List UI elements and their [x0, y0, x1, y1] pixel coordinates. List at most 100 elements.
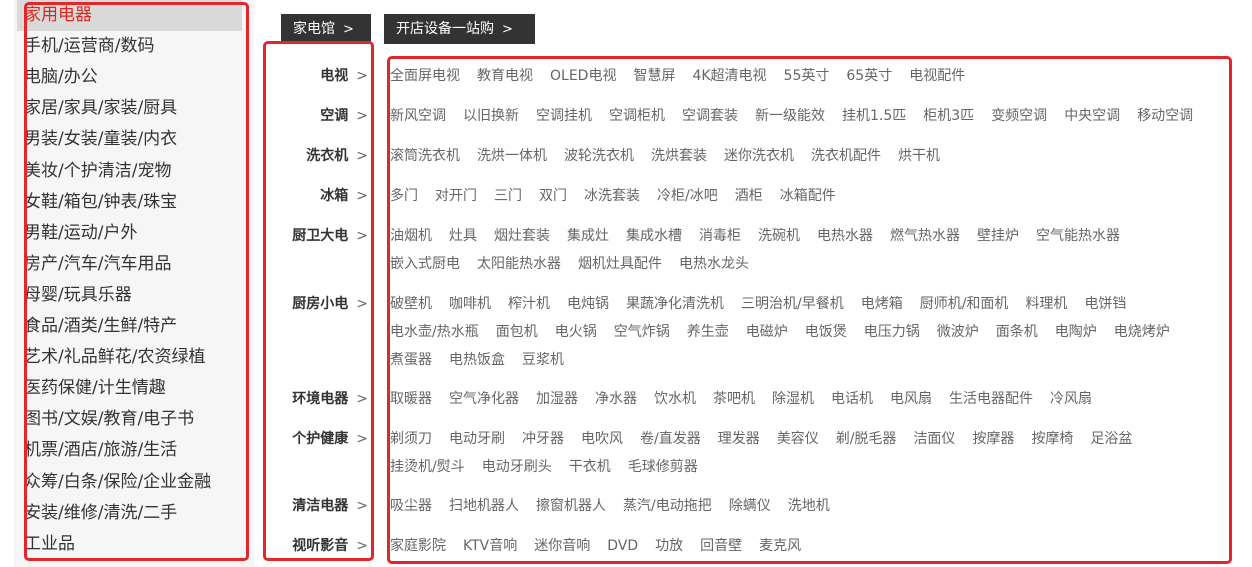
- subcategory-link[interactable]: 净水器: [595, 391, 637, 407]
- sidebar-item[interactable]: 房产/汽车/汽车用品: [24, 249, 171, 280]
- category-title[interactable]: 视听影音 >: [292, 536, 368, 556]
- sidebar-item[interactable]: 男装/女装/童装/内衣: [24, 124, 177, 155]
- subcategory-link[interactable]: 波轮洗衣机: [564, 148, 634, 164]
- subcategory-link[interactable]: 空气能热水器: [1036, 228, 1120, 244]
- subcategory-link[interactable]: 55英寸: [784, 68, 830, 84]
- subcategory-link[interactable]: 多门: [390, 188, 418, 204]
- sidebar-item[interactable]: 女鞋/箱包/钟表/珠宝: [24, 187, 177, 218]
- category-title[interactable]: 电视 >: [320, 66, 368, 86]
- subcategory-link[interactable]: 剃/脱毛器: [836, 431, 897, 447]
- subcategory-link[interactable]: 破壁机: [390, 296, 432, 312]
- subcategory-link[interactable]: 按摩椅: [1031, 431, 1073, 447]
- subcategory-link[interactable]: 智慧屏: [633, 68, 675, 84]
- sidebar-item[interactable]: 手机/运营商/数码: [24, 31, 154, 62]
- subcategory-link[interactable]: 咖啡机: [449, 296, 491, 312]
- subcategory-link[interactable]: 电水壶/热水瓶: [390, 324, 479, 340]
- subcategory-link[interactable]: 理发器: [718, 431, 760, 447]
- subcategory-link[interactable]: 电热水龙头: [679, 256, 749, 272]
- sidebar-item[interactable]: 家居/家具/家装/厨具: [24, 93, 177, 124]
- subcategory-link[interactable]: 电热水器: [817, 228, 873, 244]
- subcategory-link[interactable]: 除螨仪: [729, 498, 771, 514]
- subcategory-link[interactable]: 燃气热水器: [890, 228, 960, 244]
- subcategory-link[interactable]: 挂机1.5匹: [842, 108, 906, 124]
- subcategory-link[interactable]: 电饼铛: [1084, 296, 1126, 312]
- sidebar-item[interactable]: 医药保健/计生情趣: [24, 373, 166, 404]
- subcategory-link[interactable]: 酒柜: [735, 188, 763, 204]
- subcategory-link[interactable]: 电陶炉: [1055, 324, 1097, 340]
- category-title[interactable]: 环境电器 >: [292, 389, 368, 409]
- subcategory-link[interactable]: 面条机: [996, 324, 1038, 340]
- sidebar-item[interactable]: 图书/文娱/教育/电子书: [24, 404, 194, 435]
- subcategory-link[interactable]: 剃须刀: [390, 431, 432, 447]
- subcategory-link[interactable]: 全面屏电视: [390, 68, 460, 84]
- subcategory-link[interactable]: 嵌入式厨电: [390, 256, 460, 272]
- subcategory-link[interactable]: 家庭影院: [390, 538, 446, 554]
- subcategory-link[interactable]: 美容仪: [777, 431, 819, 447]
- subcategory-link[interactable]: 洗烘一体机: [477, 148, 547, 164]
- subcategory-link[interactable]: 冰洗套装: [584, 188, 640, 204]
- subcategory-link[interactable]: 双门: [539, 188, 567, 204]
- subcategory-link[interactable]: 4K超清电视: [692, 68, 766, 84]
- subcategory-link[interactable]: 电吹风: [581, 431, 623, 447]
- subcategory-link[interactable]: 面包机: [496, 324, 538, 340]
- subcategory-link[interactable]: 灶具: [449, 228, 477, 244]
- subcategory-link[interactable]: 茶吧机: [713, 391, 755, 407]
- subcategory-link[interactable]: 麦克风: [759, 538, 801, 554]
- subcategory-link[interactable]: 电风扇: [890, 391, 932, 407]
- subcategory-link[interactable]: KTV音响: [463, 538, 517, 554]
- subcategory-link[interactable]: 电烤箱: [861, 296, 903, 312]
- subcategory-link[interactable]: 电压力锅: [864, 324, 920, 340]
- category-title[interactable]: 个护健康 >: [292, 429, 368, 449]
- subcategory-link[interactable]: 滚筒洗衣机: [390, 148, 460, 164]
- subcategory-link[interactable]: 太阳能热水器: [477, 256, 561, 272]
- subcategory-link[interactable]: 加湿器: [536, 391, 578, 407]
- subcategory-link[interactable]: 电话机: [831, 391, 873, 407]
- subcategory-link[interactable]: 洁面仪: [913, 431, 955, 447]
- subcategory-link[interactable]: 集成水槽: [626, 228, 682, 244]
- subcategory-link[interactable]: 三明治机/早餐机: [741, 296, 844, 312]
- subcategory-link[interactable]: 厨师机/和面机: [920, 296, 1009, 312]
- subcategory-link[interactable]: 按摩器: [972, 431, 1014, 447]
- tab-shop-equipment[interactable]: 开店设备一站购 >: [384, 14, 535, 44]
- sidebar-item[interactable]: 机票/酒店/旅游/生活: [24, 435, 177, 466]
- sidebar-item[interactable]: 安装/维修/清洗/二手: [24, 498, 177, 529]
- subcategory-link[interactable]: 空气净化器: [449, 391, 519, 407]
- subcategory-link[interactable]: 新风空调: [390, 108, 446, 124]
- subcategory-link[interactable]: DVD: [607, 538, 638, 554]
- subcategory-link[interactable]: 除湿机: [772, 391, 814, 407]
- subcategory-link[interactable]: 功放: [655, 538, 683, 554]
- subcategory-link[interactable]: 电动牙刷: [449, 431, 505, 447]
- subcategory-link[interactable]: 对开门: [435, 188, 477, 204]
- subcategory-link[interactable]: 毛球修剪器: [628, 459, 698, 475]
- category-title[interactable]: 清洁电器 >: [292, 496, 368, 516]
- subcategory-link[interactable]: 取暖器: [390, 391, 432, 407]
- subcategory-link[interactable]: 料理机: [1025, 296, 1067, 312]
- sidebar-item[interactable]: 电脑/办公: [24, 62, 98, 93]
- subcategory-link[interactable]: 电视配件: [909, 68, 965, 84]
- subcategory-link[interactable]: 煮蛋器: [390, 352, 432, 368]
- subcategory-link[interactable]: 烘干机: [898, 148, 940, 164]
- subcategory-link[interactable]: 果蔬净化清洗机: [626, 296, 724, 312]
- category-title[interactable]: 厨房小电 >: [292, 294, 368, 314]
- category-title[interactable]: 冰箱 >: [320, 186, 368, 206]
- subcategory-link[interactable]: 空调套装: [682, 108, 738, 124]
- subcategory-link[interactable]: 卷/直发器: [640, 431, 701, 447]
- subcategory-link[interactable]: 迷你音响: [534, 538, 590, 554]
- sidebar-item[interactable]: 工业品: [24, 529, 75, 560]
- subcategory-link[interactable]: 柜机3匹: [923, 108, 974, 124]
- sidebar-item[interactable]: 美妆/个护清洁/宠物: [24, 156, 171, 187]
- subcategory-link[interactable]: 壁挂炉: [977, 228, 1019, 244]
- subcategory-link[interactable]: 洗衣机配件: [811, 148, 881, 164]
- subcategory-link[interactable]: 足浴盆: [1090, 431, 1132, 447]
- sidebar-item[interactable]: 母婴/玩具乐器: [24, 280, 132, 311]
- subcategory-link[interactable]: 电动牙刷头: [482, 459, 552, 475]
- subcategory-link[interactable]: 65英寸: [846, 68, 892, 84]
- subcategory-link[interactable]: 饮水机: [654, 391, 696, 407]
- sidebar-item[interactable]: 男鞋/运动/户外: [24, 218, 137, 249]
- subcategory-link[interactable]: 养生壶: [687, 324, 729, 340]
- subcategory-link[interactable]: 消毒柜: [699, 228, 741, 244]
- subcategory-link[interactable]: 回音壁: [700, 538, 742, 554]
- subcategory-link[interactable]: 中央空调: [1064, 108, 1120, 124]
- sidebar-item[interactable]: 艺术/礼品鲜花/农资绿植: [24, 342, 205, 373]
- category-title[interactable]: 空调 >: [320, 106, 368, 126]
